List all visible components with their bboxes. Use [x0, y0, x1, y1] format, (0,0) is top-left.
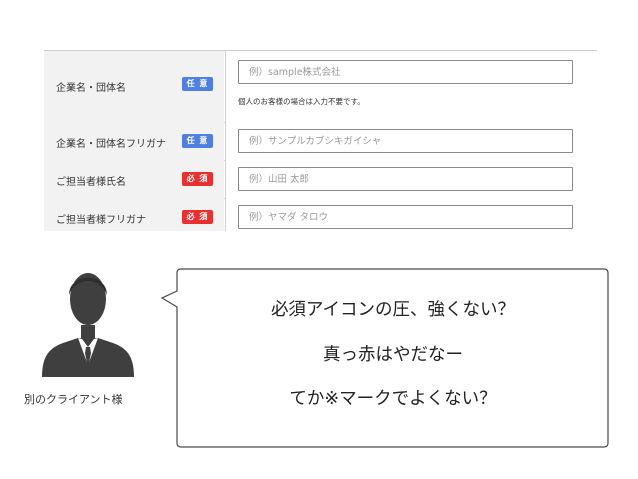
form-row-company-kana: 企業名・団体名フリガナ 任 意 [44, 122, 597, 161]
field-label-company-kana: 企業名・団体名フリガナ [56, 139, 166, 150]
field-label-contact-name: ご担当者様氏名 [56, 177, 126, 188]
contact-name-input[interactable] [238, 167, 573, 191]
form-label-cell: ご担当者様フリガナ 必 須 [44, 198, 224, 231]
form-label-cell: 企業名・団体名 任 意 [44, 51, 224, 122]
optional-badge: 任 意 [182, 134, 213, 148]
businessman-icon [40, 267, 136, 377]
field-label-contact-kana: ご担当者様フリガナ [56, 215, 146, 226]
field-label-company-name: 企業名・団体名 [56, 83, 126, 94]
speech-line-1: 必須アイコンの圧、強くない？ [270, 300, 516, 320]
contact-kana-input[interactable] [238, 205, 573, 229]
form-label-cell: 企業名・団体名フリガナ 任 意 [44, 122, 224, 160]
speech-line-3: てか※マークでよくない？ [289, 389, 497, 409]
company-name-hint: 個人のお客様の場合は入力不要です。 [238, 97, 365, 106]
form-value-cell [225, 160, 597, 198]
form-value-cell [225, 198, 597, 231]
company-name-input[interactable] [238, 60, 573, 84]
form-row-contact-kana: ご担当者様フリガナ 必 須 [44, 198, 597, 231]
form-value-cell: 個人のお客様の場合は入力不要です。 [225, 51, 597, 122]
required-badge: 必 須 [182, 210, 213, 224]
company-kana-input[interactable] [238, 129, 573, 153]
speech-line-2: 真っ赤はやだなー [323, 345, 463, 365]
required-badge: 必 須 [182, 172, 213, 186]
form-row-company-name: 企業名・団体名 任 意 個人のお客様の場合は入力不要です。 [44, 51, 597, 123]
contact-form: 企業名・団体名 任 意 個人のお客様の場合は入力不要です。 企業名・団体名フリガ… [44, 50, 597, 231]
form-label-cell: ご担当者様氏名 必 須 [44, 160, 224, 198]
form-row-contact-name: ご担当者様氏名 必 須 [44, 160, 597, 199]
form-value-cell [225, 122, 597, 160]
optional-badge: 任 意 [182, 77, 213, 91]
person-caption: 別のクライアント様 [24, 393, 123, 406]
